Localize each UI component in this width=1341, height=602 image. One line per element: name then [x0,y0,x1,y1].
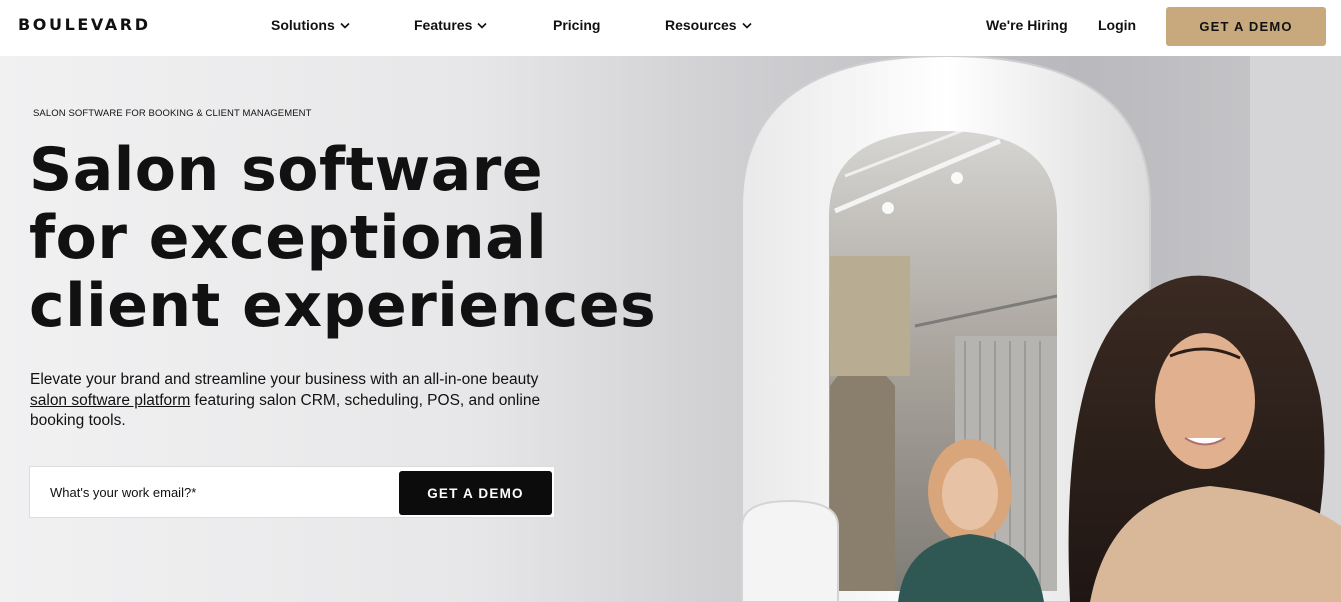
chevron-down-icon [477,22,487,29]
hiring-link[interactable]: We're Hiring [986,17,1068,33]
nav-item-features[interactable]: Features [414,17,487,33]
top-navigation: BOULEVARD Solutions Features Pricing Res… [0,0,1341,56]
hero-section: SALON SOFTWARE FOR BOOKING & CLIENT MANA… [0,56,1341,602]
headline-line: Salon software [29,135,544,205]
nav-item-solutions[interactable]: Solutions [271,17,350,33]
salon-software-platform-link[interactable]: salon software platform [30,392,190,409]
work-email-input[interactable] [42,477,408,507]
headline-line: client experiences [29,271,657,341]
nav-item-label: Features [414,17,473,33]
headline-line: for exceptional [29,203,548,273]
chevron-down-icon [340,22,350,29]
hero-eyebrow: SALON SOFTWARE FOR BOOKING & CLIENT MANA… [33,108,312,119]
login-link[interactable]: Login [1098,17,1136,33]
nav-item-label: Solutions [271,17,335,33]
nav-item-label: Resources [665,17,737,33]
brand-logo[interactable]: BOULEVARD [18,15,151,34]
hero-headline: Salon software for exceptional client ex… [29,136,729,340]
hero-subcopy: Elevate your brand and streamline your b… [30,370,570,432]
get-demo-submit-button[interactable]: GET A DEMO [399,471,552,515]
nav-item-resources[interactable]: Resources [665,17,752,33]
subcopy-text: Elevate your brand and streamline your b… [30,371,539,388]
get-demo-button[interactable]: GET A DEMO [1166,7,1326,46]
nav-item-pricing[interactable]: Pricing [553,17,600,33]
nav-item-label: Pricing [553,17,601,33]
chevron-down-icon [742,22,752,29]
email-capture-form: GET A DEMO [29,466,555,518]
